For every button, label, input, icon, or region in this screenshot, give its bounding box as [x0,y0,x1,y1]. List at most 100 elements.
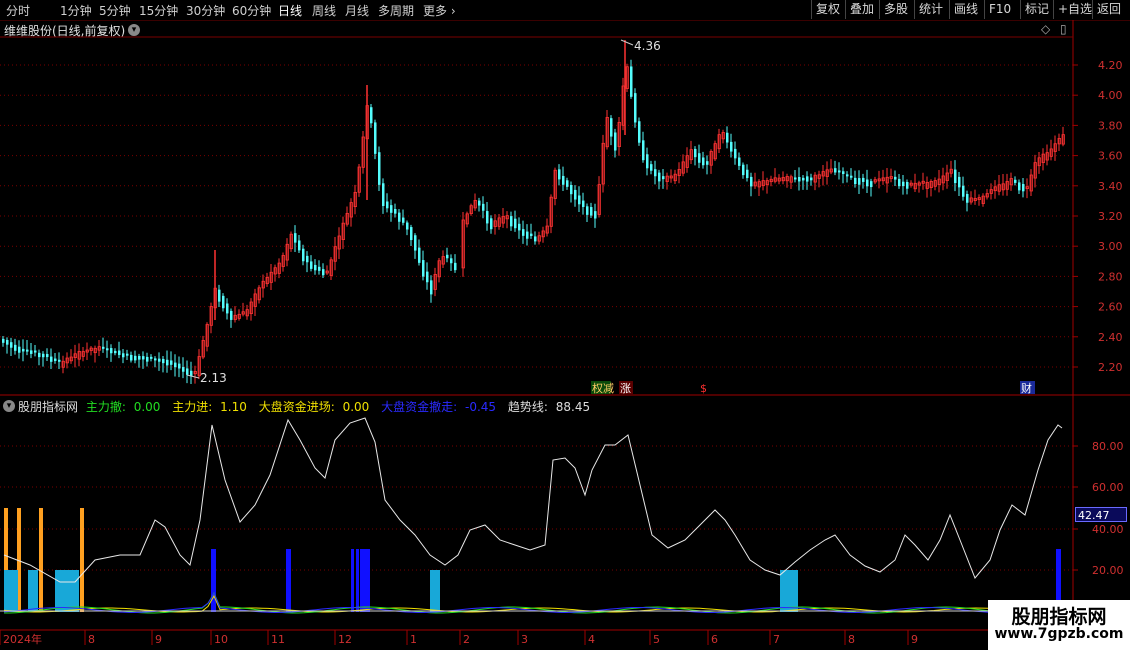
candle-body [694,148,697,158]
period-tab-30min[interactable]: 30分钟 [186,2,225,19]
candle-body [298,240,301,251]
add-watchlist-button[interactable]: +自选 [1053,0,1096,19]
candle-body [81,351,85,357]
cyan-signal-bar [28,570,38,612]
candle-body [933,180,937,187]
period-tab-15min[interactable]: 15分钟 [139,2,178,19]
chevron-down-icon[interactable]: ▾ [128,24,140,36]
candle-body [802,177,805,181]
candle-body [261,280,265,289]
period-tab-monthly[interactable]: 月线 [345,2,369,19]
orange-signal-bar [39,508,43,612]
statistics-button[interactable]: 统计 [914,0,947,19]
candle-body [578,195,581,205]
time-label: 2024年 [3,632,42,646]
candle-body [685,155,689,168]
period-tab-1min[interactable]: 1分钟 [60,2,92,19]
back-button[interactable]: 返回 [1092,0,1125,19]
time-label: 9 [155,633,162,646]
candle-body [570,185,573,195]
event-marker-2[interactable]: $ [700,382,707,395]
period-tab-5min[interactable]: 5分钟 [99,2,131,19]
candlesticks [2,40,1065,385]
multi-stock-button[interactable]: 多股 [879,0,912,19]
candle-body [73,353,77,358]
candle-body [662,176,665,180]
candle-body [505,215,509,220]
candle-body [973,198,977,202]
period-tab-intraday[interactable]: 分时 [6,2,30,19]
candle-body [478,200,481,206]
candle-body [461,219,465,269]
indicator-name[interactable]: 股朋指标网 [18,400,78,414]
indicator-chevron-icon[interactable]: ▾ [3,400,15,412]
candle-body [61,360,65,368]
candle-body [985,193,989,198]
candle-body [174,362,177,368]
candle-body [966,193,969,203]
candle-body [846,174,849,177]
overlay-button[interactable]: 叠加 [845,0,878,19]
price-tick-label: 2.80 [1098,270,1123,283]
candle-body [142,356,145,360]
chart-canvas[interactable]: 4.20 4.00 3.80 3.60 3.40 3.20 3.00 2.80 2.60 2.40… [0,0,1130,650]
event-marker-0[interactable]: 权减 [592,382,614,395]
market-outflow-line [3,592,1067,614]
candle-body [473,200,477,209]
candle-body [178,363,181,369]
candle-body [757,181,761,188]
candle-body [382,183,385,207]
restore-rights-button[interactable]: 复权 [811,0,844,19]
candle-body [549,196,553,227]
period-tab-weekly[interactable]: 周线 [312,2,336,19]
candle-body [42,353,45,358]
indicator-grid: 80.00 60.00 40.00 20.00 [0,440,1124,577]
candle-body [997,184,1001,192]
candle-body [1057,137,1061,145]
candle-body [817,174,821,179]
time-label: 8 [88,633,95,646]
max-price-label: 4.36 [634,39,661,53]
event-marker-1[interactable]: 涨 [620,382,631,395]
candle-body [566,180,569,187]
candle-body [26,349,29,352]
candle-body [118,350,121,355]
period-tab-more[interactable]: 更多 › [423,2,456,19]
candle-body [798,177,801,182]
blue-signal-bar [211,549,216,612]
candle-body [753,181,757,187]
candle-body [349,202,353,218]
period-tab-multi[interactable]: 多周期 [378,2,414,19]
candle-body [54,358,57,361]
watermark-url: www.7gpzb.com [994,626,1124,642]
candle-body [454,262,457,271]
candle-body [925,181,929,189]
candle-body [422,260,425,277]
candle-body [365,105,369,140]
price-tick-label: 2.20 [1098,361,1123,374]
trend-line [3,417,1063,583]
draw-line-button[interactable]: 画线 [949,0,982,19]
price-tick-label: 3.80 [1098,119,1123,132]
candle-body [929,181,933,188]
candle-body [937,178,941,186]
panel-toggle-icon[interactable]: ▯ [1060,22,1067,36]
event-marker-3[interactable]: 财 [1021,381,1032,395]
candle-body [806,176,809,182]
f10-button[interactable]: F10 [984,0,1015,19]
candle-body [390,205,393,213]
period-tab-daily[interactable]: 日线 [278,2,302,19]
candle-body [530,233,533,237]
candle-body [318,266,321,271]
mark-button[interactable]: 标记 [1020,0,1053,19]
period-tab-60min[interactable]: 60分钟 [232,2,271,19]
candle-body [38,352,41,358]
cyan-signal-bar [430,570,440,612]
candle-body [1005,181,1009,190]
candle-body [166,359,169,366]
candle-body [97,346,101,351]
candle-body [122,353,125,358]
candle-body [114,350,117,354]
candle-body [630,66,633,97]
diamond-icon[interactable]: ◇ [1041,22,1050,36]
